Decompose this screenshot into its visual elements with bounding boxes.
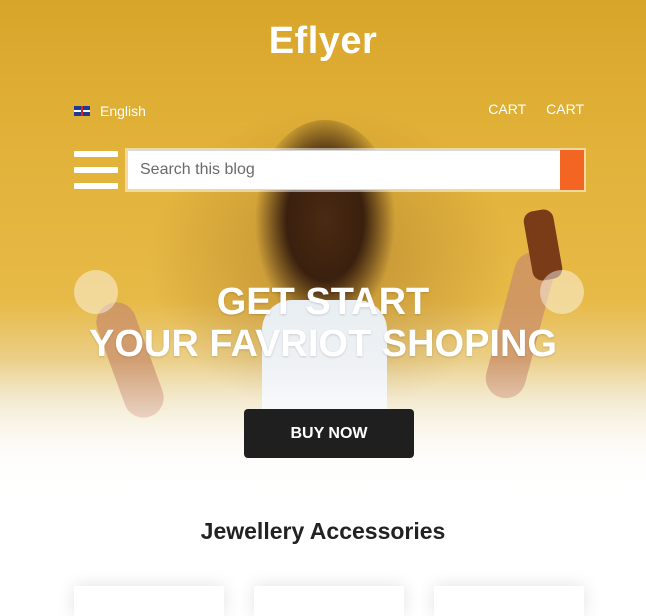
menu-bar <box>74 183 118 189</box>
cart-link[interactable]: CART <box>488 101 526 117</box>
language-label: English <box>100 103 146 119</box>
menu-bar <box>74 151 118 157</box>
hero-headline: GET START YOUR FAVRIOT SHOPING <box>0 281 646 365</box>
search-bar <box>127 150 584 190</box>
header-links: CART CART <box>488 101 584 117</box>
search-button[interactable] <box>560 150 584 190</box>
buy-now-button[interactable]: BUY NOW <box>244 409 414 458</box>
cart-link[interactable]: CART <box>546 101 584 117</box>
menu-toggle-icon[interactable] <box>74 151 118 189</box>
section-title: Jewellery Accessories <box>200 518 446 544</box>
uk-flag-icon <box>74 106 90 116</box>
site-logo[interactable]: Eflyer <box>0 20 646 63</box>
product-card[interactable] <box>254 586 404 616</box>
hero-headline-line1: GET START <box>216 281 430 323</box>
menu-bar <box>74 167 118 173</box>
hero-headline-line2: YOUR FAVRIOT SHOPING <box>88 323 557 365</box>
language-selector[interactable]: English <box>74 103 146 119</box>
product-card[interactable] <box>74 586 224 616</box>
search-input[interactable] <box>127 150 560 190</box>
product-card[interactable] <box>434 586 584 616</box>
